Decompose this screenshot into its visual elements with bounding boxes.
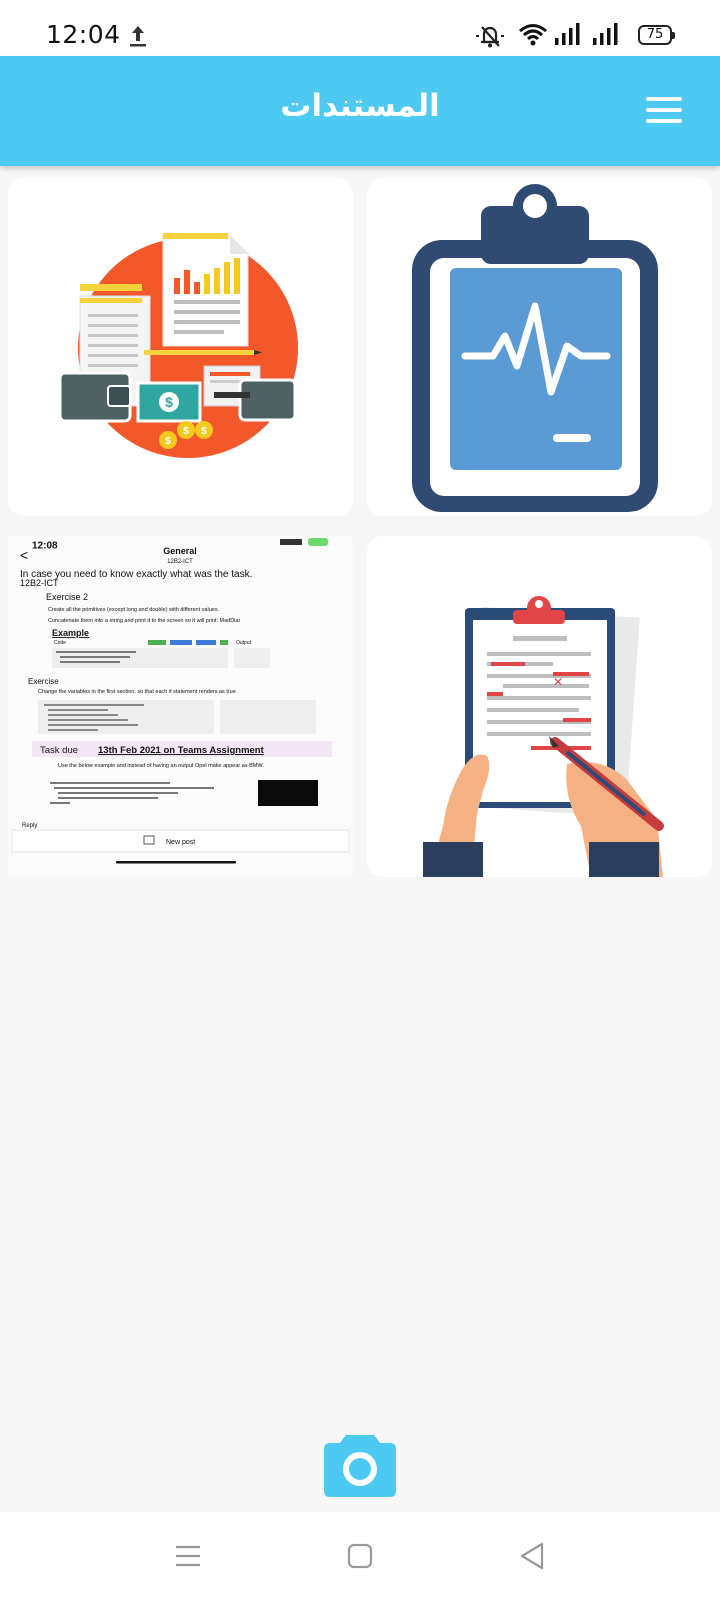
- back-icon[interactable]: [516, 1540, 548, 1572]
- page-title: المستندات: [280, 88, 440, 124]
- finance-report-illustration: $ $ $ $: [8, 178, 353, 516]
- document-card-medical[interactable]: [367, 178, 712, 516]
- ss-task-date: 13th Feb 2021 on Teams Assignment: [98, 745, 265, 756]
- ss-reply: Reply: [22, 823, 37, 829]
- upload-icon: [130, 26, 146, 47]
- document-card-contract[interactable]: ✕: [367, 536, 712, 877]
- screen: 12:04 75 المستندات $ $ $ $ 12:08 < Gener…: [0, 0, 720, 1600]
- ss-channel: General: [163, 546, 197, 556]
- ss-team-repeat: 12B2-ICT: [20, 578, 59, 588]
- wifi-icon: [519, 24, 547, 46]
- ss-bullet2: Concatenate them into a string and print…: [48, 618, 240, 624]
- ss-output-label: Output: [236, 640, 252, 646]
- recent-apps-icon[interactable]: [172, 1540, 204, 1572]
- clipboard-heartbeat-illustration: [367, 178, 712, 516]
- ss-bullet3: Change the variables in the first sectio…: [38, 689, 236, 695]
- ss-time: 12:08: [32, 540, 58, 551]
- mute-icon: [476, 26, 504, 48]
- ss-exercise2: Exercise 2: [46, 592, 88, 602]
- status-time: 12:04: [46, 20, 121, 49]
- ss-new-post: New post: [166, 839, 195, 846]
- navigation-bar: [0, 1512, 720, 1600]
- svg-text:✕: ✕: [553, 675, 563, 689]
- screenshot-thumbnail: 12:08 < General 12B2-ICT In case you nee…: [8, 536, 353, 879]
- svg-text:$: $: [183, 426, 189, 437]
- signal-icon: [555, 23, 580, 45]
- hamburger-menu-icon[interactable]: [646, 97, 682, 123]
- svg-text:$: $: [165, 394, 173, 410]
- camera-icon[interactable]: [324, 1431, 396, 1497]
- app-bar: المستندات: [0, 56, 720, 166]
- ss-code-label: Code: [54, 640, 66, 646]
- home-icon[interactable]: [344, 1540, 376, 1572]
- ss-example: Example: [52, 628, 89, 638]
- signing-document-illustration: ✕: [367, 536, 712, 877]
- ss-bullet4: Use the below example and instead of hav…: [58, 763, 264, 769]
- status-bar: 12:04 75: [0, 0, 720, 56]
- svg-text:$: $: [201, 426, 207, 437]
- ss-exercise: Exercise: [28, 677, 59, 686]
- battery-icon: 75: [638, 25, 675, 45]
- signal-icon: [593, 23, 618, 45]
- document-card-screenshot[interactable]: 12:08 < General 12B2-ICT In case you nee…: [8, 536, 353, 879]
- ss-task-prefix: Task due: [40, 745, 78, 756]
- ss-bullet1: Create all the primitives (except long a…: [48, 607, 220, 613]
- svg-text:$: $: [165, 436, 171, 447]
- ss-team: 12B2-ICT: [167, 559, 193, 565]
- document-card-financial[interactable]: $ $ $ $: [8, 178, 353, 516]
- svg-text:<: <: [20, 547, 28, 563]
